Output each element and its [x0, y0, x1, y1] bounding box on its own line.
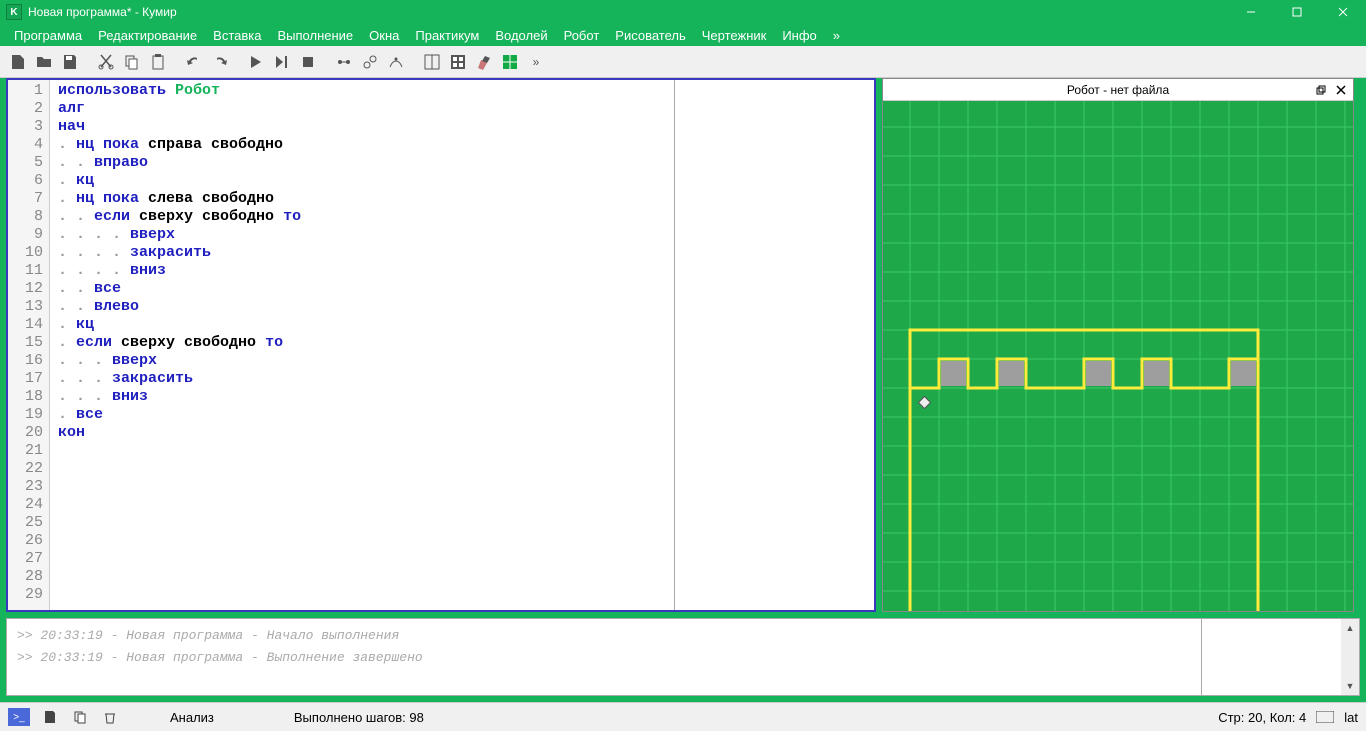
status-cursor: Стр: 20, Кол: 4 [1218, 710, 1306, 725]
console-line: >> 20:33:19 - Новая программа - Выполнен… [17, 647, 1191, 669]
menubar: ПрограммаРедактированиеВставкаВыполнение… [0, 24, 1366, 46]
statusbar: >_ Анализ Выполнено шагов: 98 Стр: 20, К… [0, 702, 1366, 731]
open-file-icon[interactable] [32, 50, 56, 74]
maximize-button[interactable] [1274, 0, 1320, 24]
new-file-icon[interactable] [6, 50, 30, 74]
menu-item[interactable]: Водолей [487, 26, 555, 45]
menu-item[interactable]: Чертежник [694, 26, 775, 45]
menu-item[interactable]: Редактирование [90, 26, 205, 45]
status-lang[interactable]: lat [1344, 710, 1358, 725]
robot-field[interactable] [883, 101, 1353, 611]
robot-close-icon[interactable] [1333, 82, 1349, 98]
minimize-button[interactable] [1228, 0, 1274, 24]
status-analysis: Анализ [170, 710, 214, 725]
tool-icon-2[interactable] [358, 50, 382, 74]
console-line: >> 20:33:19 - Новая программа - Начало в… [17, 625, 1191, 647]
sb-copy-icon[interactable] [70, 707, 90, 727]
layout-icon-2[interactable] [446, 50, 470, 74]
menu-item[interactable]: Рисователь [607, 26, 693, 45]
robot-restore-icon[interactable] [1313, 82, 1329, 98]
robot-pane: Робот - нет файла [882, 78, 1354, 612]
console-pane: >> 20:33:19 - Новая программа - Начало в… [6, 618, 1360, 696]
tool-icon-1[interactable] [332, 50, 356, 74]
console-toggle-icon[interactable]: >_ [8, 708, 30, 726]
titlebar: K Новая программа* - Кумир [0, 0, 1366, 24]
paste-icon[interactable] [146, 50, 170, 74]
menu-item[interactable]: » [825, 26, 848, 45]
console-scrollbar[interactable]: ▲ ▼ [1341, 619, 1359, 695]
cut-icon[interactable] [94, 50, 118, 74]
sb-save-icon[interactable] [40, 707, 60, 727]
menu-item[interactable]: Практикум [407, 26, 487, 45]
redo-icon[interactable] [208, 50, 232, 74]
menu-item[interactable]: Программа [6, 26, 90, 45]
more-icon[interactable]: » [524, 50, 548, 74]
line-gutter: 1234567891011121314151617181920212223242… [8, 80, 50, 610]
menu-item[interactable]: Окна [361, 26, 407, 45]
window-title: Новая программа* - Кумир [28, 5, 1228, 19]
menu-item[interactable]: Выполнение [269, 26, 361, 45]
robot-title-bar: Робот - нет файла [883, 79, 1353, 101]
console-side-panel [1201, 619, 1341, 695]
paint-icon[interactable] [472, 50, 496, 74]
tool-icon-3[interactable] [384, 50, 408, 74]
editor-pane: 1234567891011121314151617181920212223242… [6, 78, 876, 612]
step-icon[interactable] [270, 50, 294, 74]
main-area: 1234567891011121314151617181920212223242… [0, 78, 1366, 618]
stop-icon[interactable] [296, 50, 320, 74]
toolbar: » [0, 46, 1366, 78]
scroll-down-icon[interactable]: ▼ [1341, 677, 1359, 695]
menu-item[interactable]: Инфо [774, 26, 824, 45]
sb-trash-icon[interactable] [100, 707, 120, 727]
layout-icon-1[interactable] [420, 50, 444, 74]
keyboard-icon[interactable] [1316, 707, 1334, 727]
menu-item[interactable]: Вставка [205, 26, 269, 45]
console-log[interactable]: >> 20:33:19 - Новая программа - Начало в… [7, 619, 1201, 695]
copy-icon[interactable] [120, 50, 144, 74]
status-steps: Выполнено шагов: 98 [294, 710, 424, 725]
robot-title-text: Робот - нет файла [1067, 83, 1169, 97]
app-icon: K [6, 4, 22, 20]
editor-right-panel [674, 80, 874, 610]
code-area[interactable]: 1234567891011121314151617181920212223242… [8, 80, 874, 610]
robot-field-icon[interactable] [498, 50, 522, 74]
close-button[interactable] [1320, 0, 1366, 24]
run-icon[interactable] [244, 50, 268, 74]
save-file-icon[interactable] [58, 50, 82, 74]
menu-item[interactable]: Робот [556, 26, 608, 45]
undo-icon[interactable] [182, 50, 206, 74]
scroll-up-icon[interactable]: ▲ [1341, 619, 1359, 637]
